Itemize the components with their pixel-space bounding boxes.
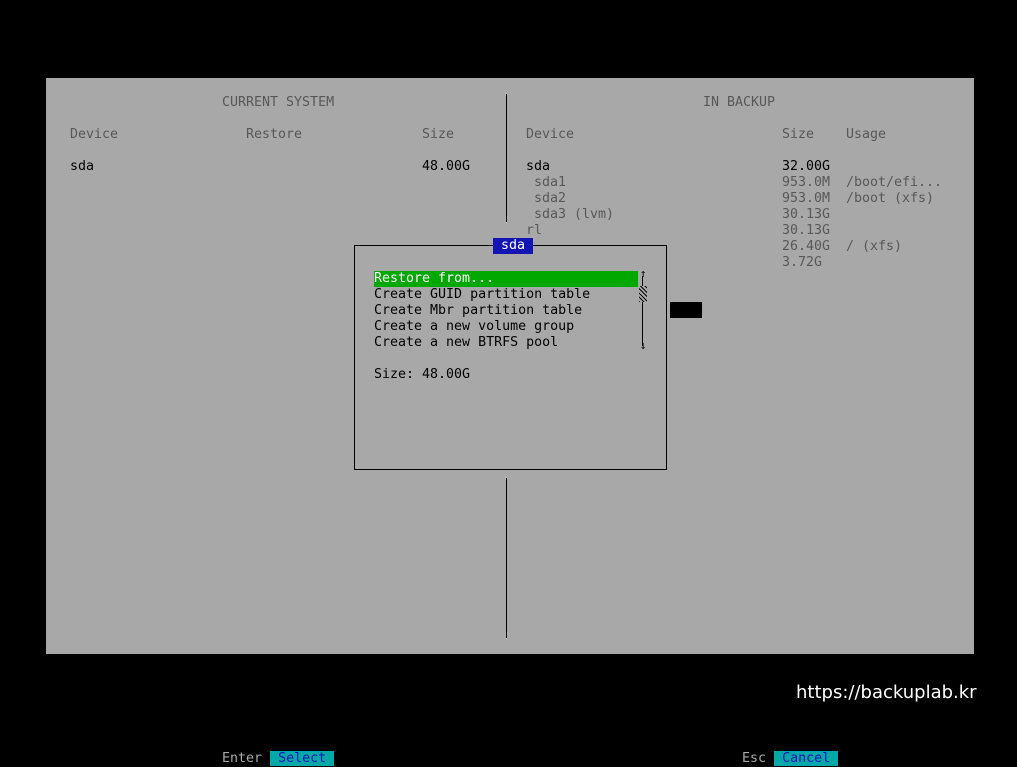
esc-key-label: Esc xyxy=(742,751,767,766)
backup-col-usage: Usage xyxy=(846,127,887,142)
in-backup-header: IN BACKUP xyxy=(703,95,776,110)
terminal-cursor xyxy=(670,302,702,318)
backup-row-size: 3.72G xyxy=(782,255,823,270)
current-system-header: CURRENT SYSTEM xyxy=(222,95,335,110)
backup-row-device[interactable]: rl xyxy=(526,223,542,239)
menu-item-create-btrfs-pool[interactable]: Create a new BTRFS pool xyxy=(374,335,638,351)
backup-row-usage: /boot (xfs) xyxy=(846,191,935,206)
backup-col-device: Device xyxy=(526,127,575,142)
backup-row-usage: / (xfs) xyxy=(846,239,903,254)
backup-row-device[interactable]: sda xyxy=(526,159,550,175)
footer-select-hint: Enter Select xyxy=(206,735,335,767)
backup-row-size: 26.40G xyxy=(782,239,831,254)
backup-col-size: Size xyxy=(782,127,815,142)
watermark: https://backuplab.kr xyxy=(796,682,977,703)
backup-row-device[interactable]: sda3 (lvm) xyxy=(526,207,614,223)
menu-item-create-guid-table[interactable]: Create GUID partition table xyxy=(374,287,638,303)
cancel-button[interactable]: Cancel xyxy=(774,751,839,766)
footer-cancel-hint: Esc Cancel xyxy=(726,735,839,767)
backup-row-size: 953.0M xyxy=(782,175,831,190)
scrollbar-thumb[interactable] xyxy=(639,286,647,302)
backup-row-device[interactable]: sda2 xyxy=(526,191,566,207)
enter-key-label: Enter xyxy=(222,751,263,766)
menu-item-create-volume-group[interactable]: Create a new volume group xyxy=(374,319,638,335)
scroll-down-arrow-icon[interactable]: ↓ xyxy=(639,338,647,354)
current-col-restore: Restore xyxy=(246,127,303,142)
backup-row-size: 30.13G xyxy=(782,223,831,238)
select-button[interactable]: Select xyxy=(270,751,335,766)
current-row-size: 48.00G xyxy=(422,159,471,174)
menu-item-restore-from[interactable]: Restore from... xyxy=(374,271,638,287)
dialog-title: sda xyxy=(493,238,533,254)
main-screen: CURRENT SYSTEM Device Restore Size sda 4… xyxy=(46,78,974,654)
menu-item-create-mbr-table[interactable]: Create Mbr partition table xyxy=(374,303,638,319)
current-col-size: Size xyxy=(422,127,455,142)
backup-row-size: 30.13G xyxy=(782,207,831,222)
scroll-up-arrow-icon[interactable]: ↑ xyxy=(639,266,647,282)
panel-divider-top xyxy=(506,94,507,222)
dialog-size-info: Size: 48.00G xyxy=(374,367,471,382)
current-col-device: Device xyxy=(70,127,119,142)
menu-scrollbar[interactable]: ↑ ↓ xyxy=(639,267,647,352)
backup-row-size: 32.00G xyxy=(782,159,831,174)
panel-divider-bottom xyxy=(506,478,507,638)
backup-row-device[interactable]: sda1 xyxy=(526,175,566,191)
backup-row-usage: /boot/efi... xyxy=(846,175,943,190)
backup-row-size: 953.0M xyxy=(782,191,831,206)
device-action-dialog: Restore from... Create GUID partition ta… xyxy=(354,245,667,470)
current-row-device[interactable]: sda xyxy=(70,159,94,175)
